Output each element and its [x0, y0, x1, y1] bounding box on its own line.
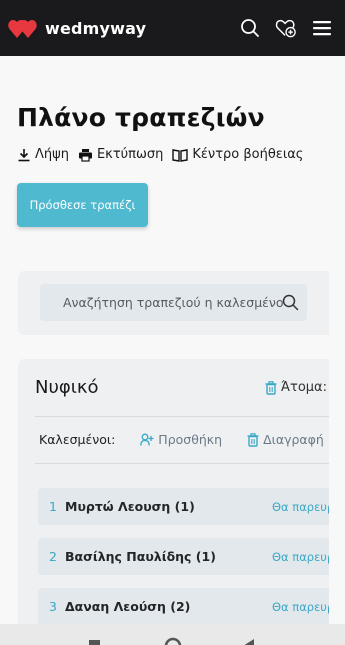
print-link[interactable]: Εκτύπωση	[78, 147, 163, 162]
download-label: Λήψη	[35, 147, 69, 162]
add-guest-button[interactable]: Προσθήκη	[140, 432, 222, 447]
home-icon[interactable]	[164, 637, 182, 645]
search-card: Αναζήτηση τραπεζιού η καλεσμένου	[18, 271, 329, 335]
download-link[interactable]: Λήψη	[17, 147, 69, 162]
system-nav-bar	[0, 624, 345, 645]
menu-icon[interactable]	[311, 17, 333, 39]
guest-name: Δαναη Λεούση (2)	[65, 599, 191, 614]
main-content: Πλάνο τραπεζιών Λήψη Εκτύπωση Κέντρο βοή…	[0, 56, 345, 624]
help-center-link[interactable]: Κέντρο βοήθειας	[172, 147, 303, 162]
print-icon	[78, 148, 92, 162]
add-table-button[interactable]: Πρόσθεσε τραπέζι	[17, 183, 148, 227]
delete-guest-button[interactable]: Διαγραφή	[247, 432, 324, 447]
app-header: wedmyway	[0, 0, 345, 56]
delete-guest-label: Διαγραφή	[263, 432, 324, 447]
guest-row[interactable]: 1 Μυρτώ Λεουση (1) Θα παρευρεθεί	[38, 488, 329, 525]
page-title: Πλάνο τραπεζιών	[17, 103, 265, 132]
guest-name: Μυρτώ Λεουση (1)	[65, 499, 195, 514]
divider	[35, 416, 329, 417]
table-name: Νυφικό	[35, 377, 99, 398]
guest-status: Θα παρευρεθεί	[272, 499, 329, 514]
guest-status: Θα παρευρεθεί	[272, 599, 329, 614]
logo-text: wedmyway	[45, 18, 147, 38]
guest-row[interactable]: 2 Βασίλης Παυλίδης (1) Θα παρευρεθεί	[38, 538, 329, 575]
guest-number: 1	[49, 499, 57, 514]
search-input[interactable]: Αναζήτηση τραπεζιού η καλεσμένου	[40, 284, 307, 321]
heart-logo-icon	[8, 20, 37, 38]
people-count: Άτομα:	[265, 380, 327, 395]
logo[interactable]: wedmyway	[8, 17, 146, 39]
trash-icon	[247, 432, 259, 447]
people-label: Άτομα:	[281, 380, 328, 395]
guests-label: Καλεσμένοι:	[39, 432, 116, 447]
search-icon	[282, 294, 299, 311]
download-icon	[18, 148, 30, 161]
heart-plus-icon[interactable]	[275, 17, 297, 39]
recent-apps-icon[interactable]	[89, 640, 100, 645]
guest-number: 2	[49, 549, 57, 564]
back-icon[interactable]	[243, 639, 254, 645]
guest-status: Θα παρευρεθεί	[272, 549, 329, 564]
add-user-icon	[140, 433, 154, 446]
page-actions: Λήψη Εκτύπωση Κέντρο βοήθειας	[17, 147, 303, 162]
table-card: Νυφικό Άτομα: Καλεσμένοι: Προσθήκη Διαγρ…	[18, 359, 329, 624]
guest-name: Βασίλης Παυλίδης (1)	[65, 549, 216, 564]
guest-row[interactable]: 3 Δαναη Λεούση (2) Θα παρευρεθεί	[38, 588, 329, 624]
print-label: Εκτύπωση	[96, 147, 164, 162]
book-icon	[172, 148, 189, 162]
search-icon[interactable]	[239, 17, 261, 39]
search-placeholder: Αναζήτηση τραπεζιού η καλεσμένου	[63, 295, 283, 310]
trash-icon[interactable]	[265, 380, 277, 395]
guests-toolbar: Καλεσμένοι: Προσθήκη Διαγραφή	[39, 432, 329, 447]
guest-number: 3	[49, 599, 57, 614]
add-guest-label: Προσθήκη	[158, 432, 223, 447]
divider	[35, 463, 329, 464]
help-center-label: Κέντρο βοήθειας	[192, 147, 304, 162]
